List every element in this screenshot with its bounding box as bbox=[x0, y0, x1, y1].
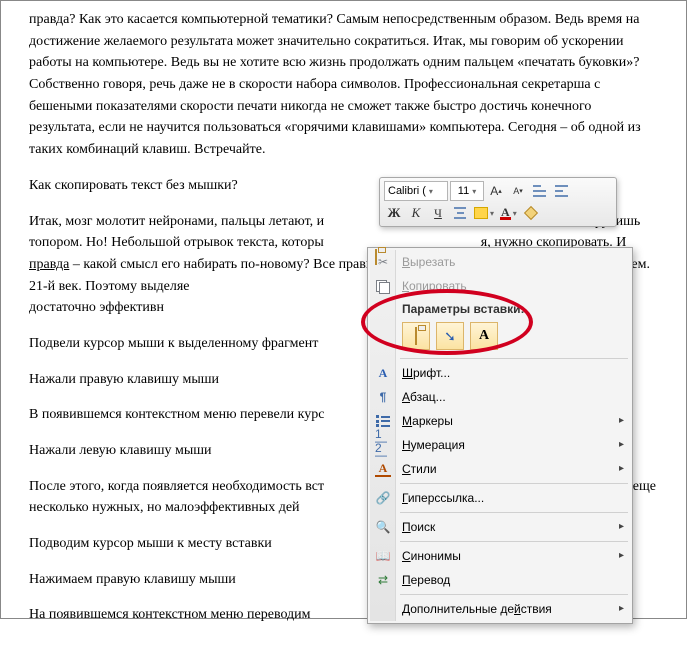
paste-options-header: Параметры вставки: bbox=[370, 298, 630, 318]
menu-item-copy[interactable]: Копировать bbox=[370, 274, 630, 298]
menu-item-label: Абзац... bbox=[402, 390, 446, 404]
increase-indent-button[interactable] bbox=[552, 181, 572, 201]
submenu-arrow-icon: ▸ bbox=[619, 603, 624, 614]
menu-item-bullets[interactable]: Маркеры ▸ bbox=[370, 409, 630, 433]
font-color-icon: A bbox=[500, 207, 511, 220]
menu-item-more-actions[interactable]: Дополнительные действия ▸ bbox=[370, 597, 630, 621]
text: Нажали правую клавишу мыши bbox=[29, 372, 219, 387]
font-size-value: 11 bbox=[458, 185, 469, 197]
text: После этого, когда появляется необходимо… bbox=[29, 479, 324, 494]
menu-item-numbering[interactable]: 1—2— Нумерация ▸ bbox=[370, 433, 630, 457]
menu-item-paragraph[interactable]: ¶ Абзац... bbox=[370, 385, 630, 409]
thesaurus-icon: 📖 bbox=[375, 548, 391, 564]
menu-item-styles[interactable]: A Стили ▸ bbox=[370, 457, 630, 481]
paste-text-only-button[interactable]: A bbox=[470, 322, 498, 350]
menu-item-label: Дополнительные действия bbox=[402, 602, 552, 616]
copy-icon bbox=[375, 278, 391, 294]
menu-item-hyperlink[interactable]: 🔗 Гиперссылка... bbox=[370, 486, 630, 510]
text: правда? Как это касается компьютерной те… bbox=[29, 12, 641, 157]
font-icon: A bbox=[375, 365, 391, 381]
menu-separator bbox=[400, 594, 628, 595]
bold-button[interactable]: Ж bbox=[384, 203, 404, 223]
text: Нажали левую клавишу мыши bbox=[29, 443, 212, 458]
menu-item-label: Гиперссылка... bbox=[402, 491, 484, 505]
grow-font-button[interactable]: A▴ bbox=[486, 181, 506, 201]
text-underlined: правда bbox=[29, 257, 69, 272]
paste-options: ➘ A bbox=[370, 318, 630, 356]
format-painter-icon bbox=[524, 206, 538, 220]
submenu-arrow-icon: ▸ bbox=[619, 463, 624, 474]
menu-item-label: Нумерация bbox=[402, 438, 465, 452]
increase-indent-icon bbox=[555, 185, 569, 197]
menu-item-synonyms[interactable]: 📖 Синонимы ▸ bbox=[370, 544, 630, 568]
submenu-arrow-icon: ▸ bbox=[619, 550, 624, 561]
menu-item-translate[interactable]: ⇄ Перевод bbox=[370, 568, 630, 592]
paste-merge-button[interactable]: ➘ bbox=[436, 322, 464, 350]
styles-icon: A bbox=[375, 461, 391, 477]
menu-separator bbox=[400, 483, 628, 484]
paste-merge-icon: ➘ bbox=[444, 328, 456, 345]
menu-separator bbox=[400, 541, 628, 542]
menu-item-cut[interactable]: ✂ Вырезать bbox=[370, 250, 630, 274]
paragraph-icon: ¶ bbox=[375, 389, 391, 405]
align-center-icon bbox=[453, 207, 467, 219]
text: Нажимаем правую клавишу мыши bbox=[29, 572, 236, 587]
chevron-down-icon: ▾ bbox=[429, 187, 433, 196]
text: В появившемся контекстном меню перевели … bbox=[29, 407, 325, 422]
menu-item-font[interactable]: A Шрифт... bbox=[370, 361, 630, 385]
clipboard-icon bbox=[375, 250, 377, 264]
paste-text-only-icon: A bbox=[479, 328, 489, 344]
decrease-indent-button[interactable] bbox=[530, 181, 550, 201]
hyperlink-icon: 🔗 bbox=[375, 490, 391, 506]
text: На появившемся контекстном меню переводи… bbox=[29, 607, 311, 622]
menu-item-label: Перевод bbox=[402, 573, 450, 587]
submenu-arrow-icon: ▸ bbox=[619, 521, 624, 532]
submenu-arrow-icon: ▸ bbox=[619, 439, 624, 450]
menu-item-label: Копировать bbox=[402, 279, 467, 293]
mini-toolbar: Calibri (▾ 11▾ A▴ A▾ Ж К Ч A bbox=[379, 177, 617, 227]
highlight-icon bbox=[474, 207, 488, 219]
menu-item-search[interactable]: 🔍 Поиск ▸ bbox=[370, 515, 630, 539]
menu-item-label: Шрифт... bbox=[402, 366, 450, 380]
translate-icon: ⇄ bbox=[375, 572, 391, 588]
text: Подвели курсор мыши к выделенному фрагме… bbox=[29, 336, 318, 351]
italic-button[interactable]: К bbox=[406, 203, 426, 223]
menu-item-label: Синонимы bbox=[402, 549, 461, 563]
shrink-font-button[interactable]: A▾ bbox=[508, 181, 528, 201]
format-painter-button[interactable] bbox=[521, 203, 541, 223]
decrease-indent-icon bbox=[533, 185, 547, 197]
font-size-combo[interactable]: 11▾ bbox=[450, 181, 484, 201]
scissors-icon: ✂ bbox=[375, 254, 391, 270]
paste-keep-source-button[interactable] bbox=[402, 322, 430, 350]
paste-keep-source-icon bbox=[415, 328, 417, 344]
menu-item-label: Маркеры bbox=[402, 414, 453, 428]
search-icon: 🔍 bbox=[375, 519, 391, 535]
underline-button[interactable]: Ч bbox=[428, 203, 448, 223]
menu-item-label: Поиск bbox=[402, 520, 435, 534]
font-family-value: Calibri ( bbox=[388, 185, 426, 197]
submenu-arrow-icon: ▸ bbox=[619, 415, 624, 426]
menu-separator bbox=[400, 358, 628, 359]
text: Подводим курсор мыши к месту вставки bbox=[29, 536, 272, 551]
text: Как скопировать текст без мышки? bbox=[29, 178, 238, 193]
highlight-button[interactable] bbox=[472, 203, 496, 223]
font-family-combo[interactable]: Calibri (▾ bbox=[384, 181, 448, 201]
menu-separator bbox=[400, 512, 628, 513]
numbering-icon: 1—2— bbox=[375, 437, 391, 453]
paragraph: правда? Как это касается компьютерной те… bbox=[29, 9, 658, 161]
align-center-button[interactable] bbox=[450, 203, 470, 223]
menu-item-label: Вырезать bbox=[402, 255, 455, 269]
menu-item-label: Стили bbox=[402, 462, 437, 476]
font-color-button[interactable]: A bbox=[498, 203, 519, 223]
grow-font-icon: A bbox=[490, 184, 498, 198]
text: Итак, мозг молотит нейронами, пальцы лет… bbox=[29, 214, 324, 229]
context-menu: ✂ Вырезать Копировать Параметры вставки:… bbox=[367, 247, 633, 624]
chevron-down-icon: ▾ bbox=[472, 187, 476, 196]
